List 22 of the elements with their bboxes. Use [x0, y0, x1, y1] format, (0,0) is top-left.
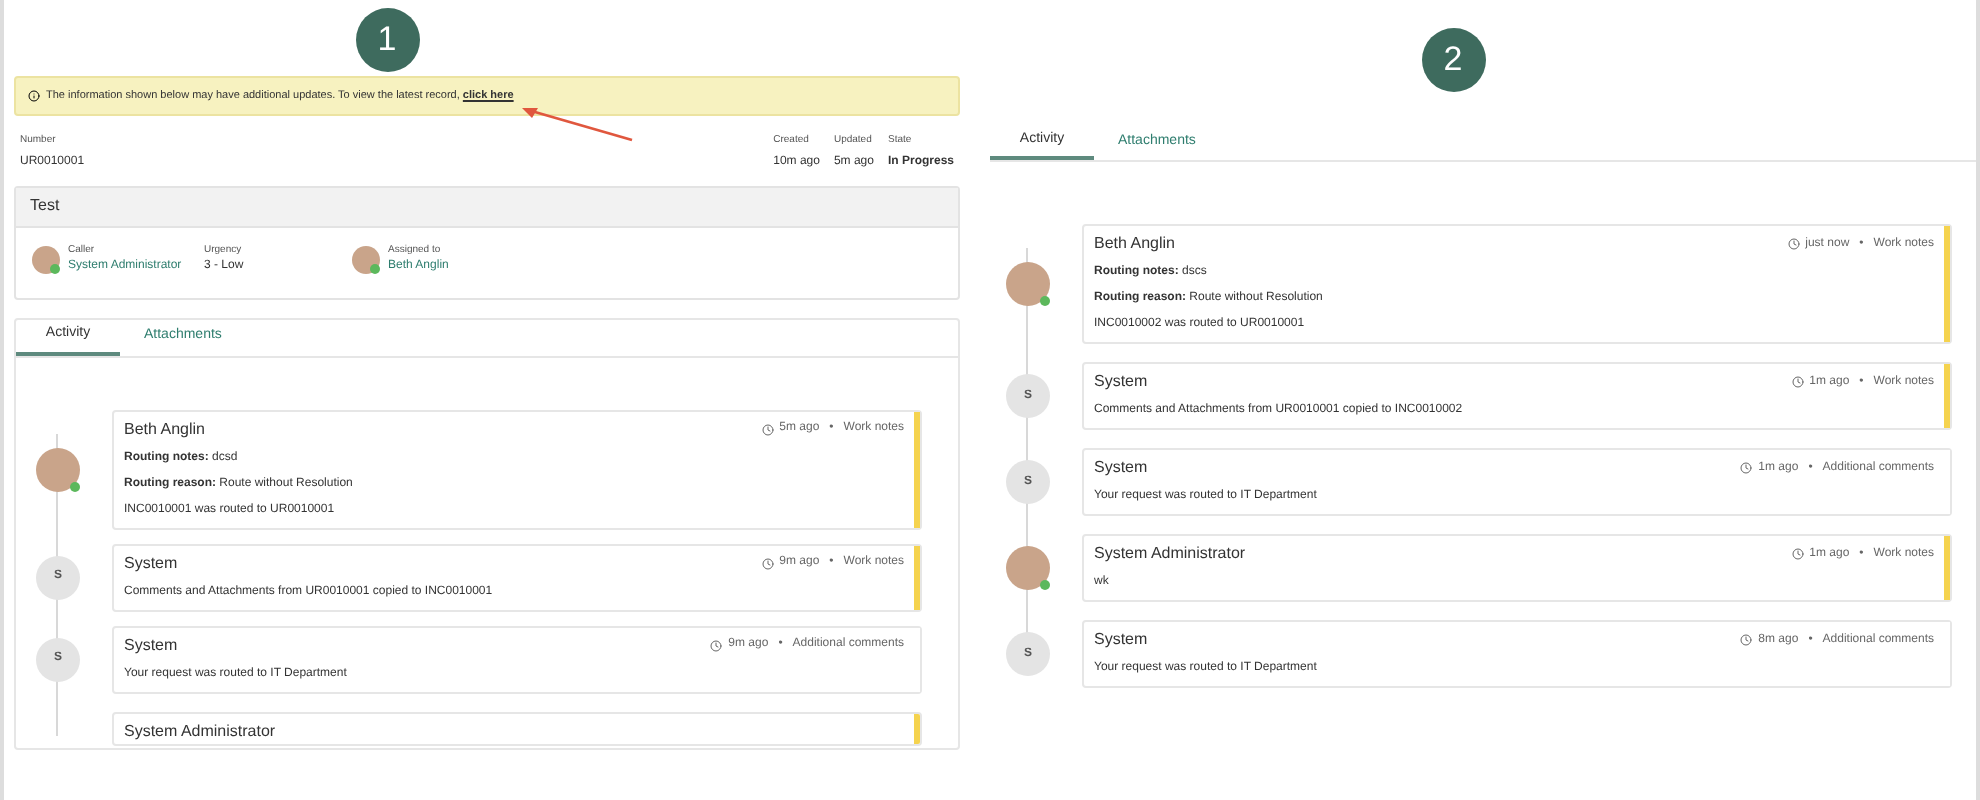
clock-icon: [710, 639, 723, 651]
clock-icon: [1791, 376, 1804, 388]
author-name: System: [1094, 458, 1148, 478]
author-name: System Administrator: [1094, 544, 1246, 564]
author-name: Beth Anglin: [124, 419, 205, 439]
author-name: System Administrator: [124, 722, 276, 742]
author-name: System: [1094, 372, 1148, 392]
summary-header: Test: [16, 187, 958, 227]
author-name: Beth Anglin: [1094, 234, 1175, 254]
author-name: System: [124, 553, 178, 573]
clock-icon: [761, 423, 774, 435]
step-number: 1: [355, 8, 419, 72]
clock-icon: [1787, 238, 1800, 250]
clock-icon: [761, 557, 774, 569]
author-name: System: [1094, 630, 1148, 650]
clock-icon: [1791, 548, 1804, 560]
step-number: 2: [1421, 28, 1485, 92]
info-icon: [28, 90, 40, 102]
arrow-icon: [520, 104, 636, 144]
author-name: System: [124, 635, 178, 655]
clock-icon: [1740, 634, 1753, 646]
clock-icon: [1740, 462, 1753, 474]
